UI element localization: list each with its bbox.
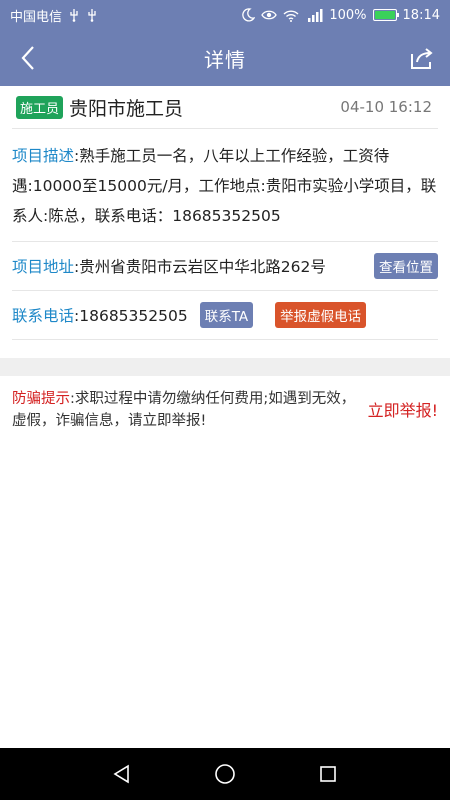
description-row: 项目描述:熟手施工员一名，八年以上工作经验，工资待遇:10000至15000元/… (12, 129, 438, 242)
signal-icon (308, 9, 323, 22)
address-text-wrap: 项目地址:贵州省贵阳市云岩区中华北路262号 (12, 255, 374, 277)
nav-bar: 详情 (0, 30, 450, 86)
nav-home-button[interactable] (205, 754, 245, 794)
section-divider (0, 358, 450, 376)
address-label: 项目地址 (12, 258, 75, 276)
nav-back-button[interactable] (102, 754, 142, 794)
job-title: 贵阳市施工员 (69, 97, 184, 120)
report-now-button[interactable]: 立即举报! (368, 388, 438, 432)
status-right: 100% 18:14 (241, 8, 440, 23)
contact-button[interactable]: 联系TA (199, 302, 254, 328)
status-left: 中国电信 (10, 6, 98, 25)
description-label: 项目描述 (12, 147, 75, 165)
job-card: 施工员 贵阳市施工员 04-10 16:12 项目描述:熟手施工员一名，八年以上… (0, 86, 450, 340)
chevron-left-icon (21, 46, 34, 70)
square-recents-icon (320, 766, 337, 782)
view-location-button[interactable]: 查看位置 (374, 253, 438, 279)
share-button[interactable] (394, 30, 450, 86)
warning-label: 防骗提示 (12, 391, 70, 407)
wifi-icon (283, 9, 299, 22)
job-detail: 施工员 贵阳市施工员 04-10 16:12 项目描述:熟手施工员一名，八年以上… (0, 86, 450, 444)
moon-icon (242, 8, 256, 22)
address-row: 项目地址:贵州省贵阳市云岩区中华北路262号 查看位置 (12, 242, 438, 291)
post-time: 04-10 16:12 (340, 98, 432, 116)
phone-row: 联系电话:18685352505 联系TA 举报虚假电话 (12, 291, 438, 340)
warning-text-wrap: 防骗提示:求职过程中请勿缴纳任何费用;如遇到无效，虚假，诈骗信息，请立即举报! (12, 388, 360, 432)
clock: 18:14 (402, 7, 440, 23)
share-icon (411, 48, 433, 69)
status-bar: 中国电信 100% 18:14 (0, 0, 450, 30)
battery-percent: 100% (329, 7, 367, 23)
back-button[interactable] (0, 30, 56, 86)
description-text: :熟手施工员一名，八年以上工作经验，工资待遇:10000至15000元/月，工作… (12, 147, 437, 225)
circle-home-icon (215, 764, 235, 784)
usb-icon (70, 9, 78, 22)
page-title: 详情 (204, 47, 246, 72)
address-text: :贵州省贵阳市云岩区中华北路262号 (74, 258, 326, 276)
triangle-back-icon (113, 764, 129, 784)
job-title-row: 施工员 贵阳市施工员 04-10 16:12 (12, 86, 438, 129)
phone-text-wrap: 联系电话:18685352505 (12, 304, 188, 326)
carrier-label: 中国电信 (10, 9, 63, 25)
usb-icon (88, 9, 96, 22)
phone-text: :18685352505 (74, 307, 188, 325)
battery-icon (372, 9, 399, 21)
nav-recents-button[interactable] (308, 754, 348, 794)
phone-label: 联系电话 (12, 307, 75, 325)
job-tag: 施工员 (16, 95, 64, 119)
fraud-warning: 防骗提示:求职过程中请勿缴纳任何费用;如遇到无效，虚假，诈骗信息，请立即举报! … (0, 376, 450, 444)
eye-icon (261, 10, 278, 20)
system-nav-bar (0, 748, 450, 800)
report-phone-button[interactable]: 举报虚假电话 (275, 302, 367, 328)
